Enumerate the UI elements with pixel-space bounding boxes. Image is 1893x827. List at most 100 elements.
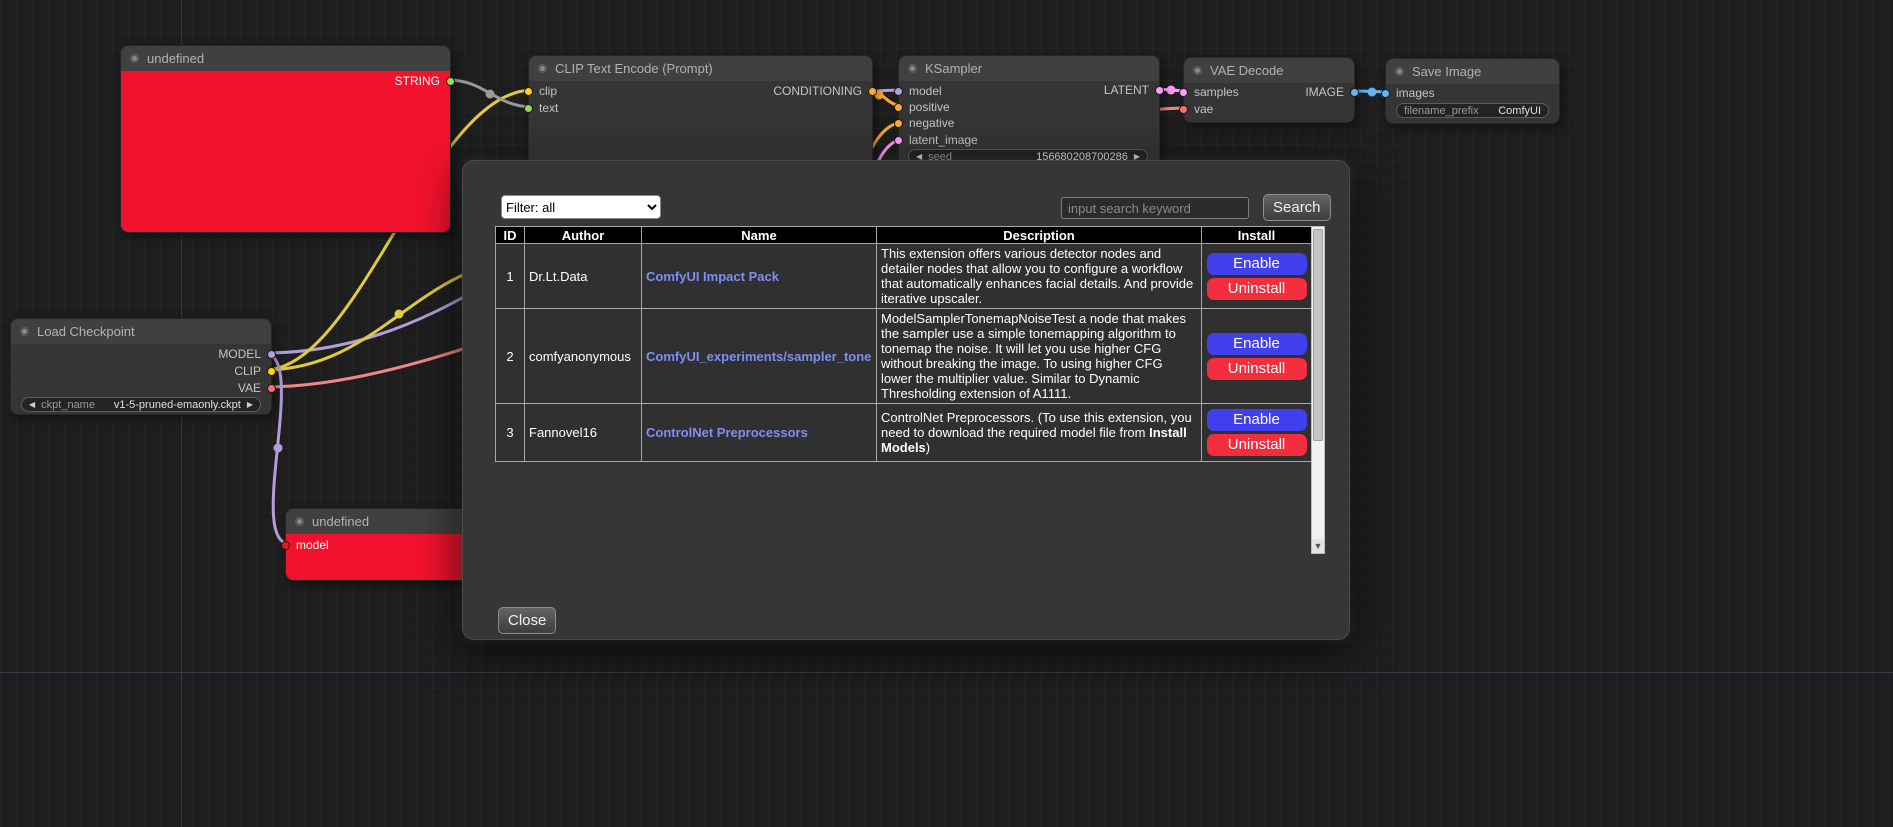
search-button[interactable]: Search [1263,194,1331,221]
input-label: samples [1194,85,1239,99]
filter-select[interactable]: Filter: all [501,195,661,219]
input-slot-dot[interactable] [894,136,903,145]
input-label: model [909,84,942,98]
input-slot-dot[interactable] [1381,89,1390,98]
output-slot-dot[interactable] [267,384,276,393]
input-negative: negative [894,116,954,130]
input-latent-image: latent_image [894,133,978,147]
canvas-origin-horizontal-line [0,672,1893,673]
output-slot-dot[interactable] [1155,86,1164,95]
close-button[interactable]: Close [498,607,556,634]
extensions-table: ID Author Name Description Install 1 Dr.… [495,226,1312,462]
node-title: VAE Decode [1210,63,1283,78]
enable-button[interactable]: Enable [1207,333,1307,355]
node-title-bar: KSampler [899,56,1159,81]
input-slot-dot[interactable] [1179,88,1188,97]
uninstall-button[interactable]: Uninstall [1207,358,1307,380]
input-label: images [1396,86,1435,100]
enable-button[interactable]: Enable [1207,253,1307,275]
cell-id: 2 [496,309,525,404]
input-slot-dot[interactable] [894,103,903,112]
cell-author: Dr.Lt.Data [525,244,642,309]
cell-id: 3 [496,404,525,462]
node-save-image[interactable]: Save Image images filename_prefix ComfyU… [1385,58,1560,124]
cell-install: Enable Uninstall [1202,309,1312,404]
ckpt-name-widget[interactable]: ◀ ckpt_name v1-5-pruned-emaonly.ckpt ▶ [21,397,261,412]
input-images: images [1381,86,1435,100]
node-collapse-dot[interactable] [908,64,917,73]
input-slot-dot[interactable] [524,104,533,113]
wire-midpoint-dot [486,90,495,99]
header-install: Install [1202,227,1312,244]
extension-link[interactable]: ComfyUI Impact Pack [646,269,872,284]
node-collapse-dot[interactable] [130,54,139,63]
node-collapse-dot[interactable] [1395,67,1404,76]
wire-midpoint-dot [1167,86,1176,95]
cell-author: comfyanonymous [525,309,642,404]
extension-link[interactable]: ComfyUI_experiments/sampler_tonemap [646,349,872,364]
input-label: vae [1194,102,1213,116]
output-slot-dot[interactable] [267,367,276,376]
output-slot-dot[interactable] [868,87,877,96]
node-collapse-dot[interactable] [538,64,547,73]
cell-description: This extension offers various detector n… [877,244,1202,309]
input-samples: samples [1179,85,1239,99]
input-label: negative [909,116,954,130]
input-slot-dot[interactable] [894,87,903,96]
header-description: Description [877,227,1202,244]
wire-midpoint-dot [274,444,283,453]
output-slot-dot[interactable] [267,350,276,359]
output-label: STRING [395,74,440,88]
enable-button[interactable]: Enable [1207,409,1307,431]
input-label: model [296,538,329,552]
cell-author: Fannovel16 [525,404,642,462]
table-row: 2 comfyanonymous ComfyUI_experiments/sam… [496,309,1312,404]
node-collapse-dot[interactable] [295,517,304,526]
missing-node-body [121,71,450,232]
node-collapse-dot[interactable] [1193,66,1202,75]
wire-midpoint-dot [1368,88,1377,97]
output-slot-dot[interactable] [1350,88,1359,97]
input-slot-dot[interactable] [1179,105,1188,114]
header-id: ID [496,227,525,244]
uninstall-button[interactable]: Uninstall [1207,434,1307,456]
filename-prefix-widget[interactable]: filename_prefix ComfyUI [1396,103,1549,118]
scroll-down-arrow-icon[interactable]: ▼ [1312,539,1324,553]
node-undefined-top[interactable]: undefined STRING [120,45,451,233]
input-label: text [539,101,558,115]
node-title: undefined [147,51,204,66]
output-clip: CLIP [234,364,276,378]
search-input[interactable] [1061,197,1249,219]
widget-label: ckpt_name [41,399,95,411]
input-slot-dot[interactable] [281,541,290,550]
output-slot-dot[interactable] [446,77,455,86]
input-text: text [524,101,558,115]
node-vae-decode[interactable]: VAE Decode samples vae IMAGE [1183,57,1355,123]
table-row: 3 Fannovel16 ControlNet Preprocessors Co… [496,404,1312,462]
scrollbar-thumb[interactable] [1313,229,1323,441]
cell-install: Enable Uninstall [1202,244,1312,309]
input-slot-dot[interactable] [894,119,903,128]
input-clip: clip [524,84,557,98]
input-slot-dot[interactable] [524,87,533,96]
table-header-row: ID Author Name Description Install [496,227,1312,244]
widget-value: v1-5-pruned-emaonly.ckpt [114,399,241,411]
node-load-checkpoint[interactable]: Load Checkpoint MODEL CLIP VAE ◀ ckpt_na… [10,318,272,415]
node-title-bar: CLIP Text Encode (Prompt) [529,56,872,81]
node-title: KSampler [925,61,982,76]
output-vae: VAE [238,381,276,395]
uninstall-button[interactable]: Uninstall [1207,278,1307,300]
input-label: positive [909,100,950,114]
node-collapse-dot[interactable] [20,327,29,336]
next-arrow-icon[interactable]: ▶ [247,397,253,412]
previous-arrow-icon[interactable]: ◀ [29,397,35,412]
output-model: MODEL [218,347,276,361]
extension-link[interactable]: ControlNet Preprocessors [646,425,872,440]
header-author: Author [525,227,642,244]
output-string: STRING [395,74,455,88]
widget-label: filename_prefix [1404,105,1479,117]
table-scrollbar[interactable]: ▼ [1311,226,1325,554]
node-title-bar: VAE Decode [1184,58,1354,83]
output-conditioning: CONDITIONING [773,84,877,98]
input-positive: positive [894,100,950,114]
